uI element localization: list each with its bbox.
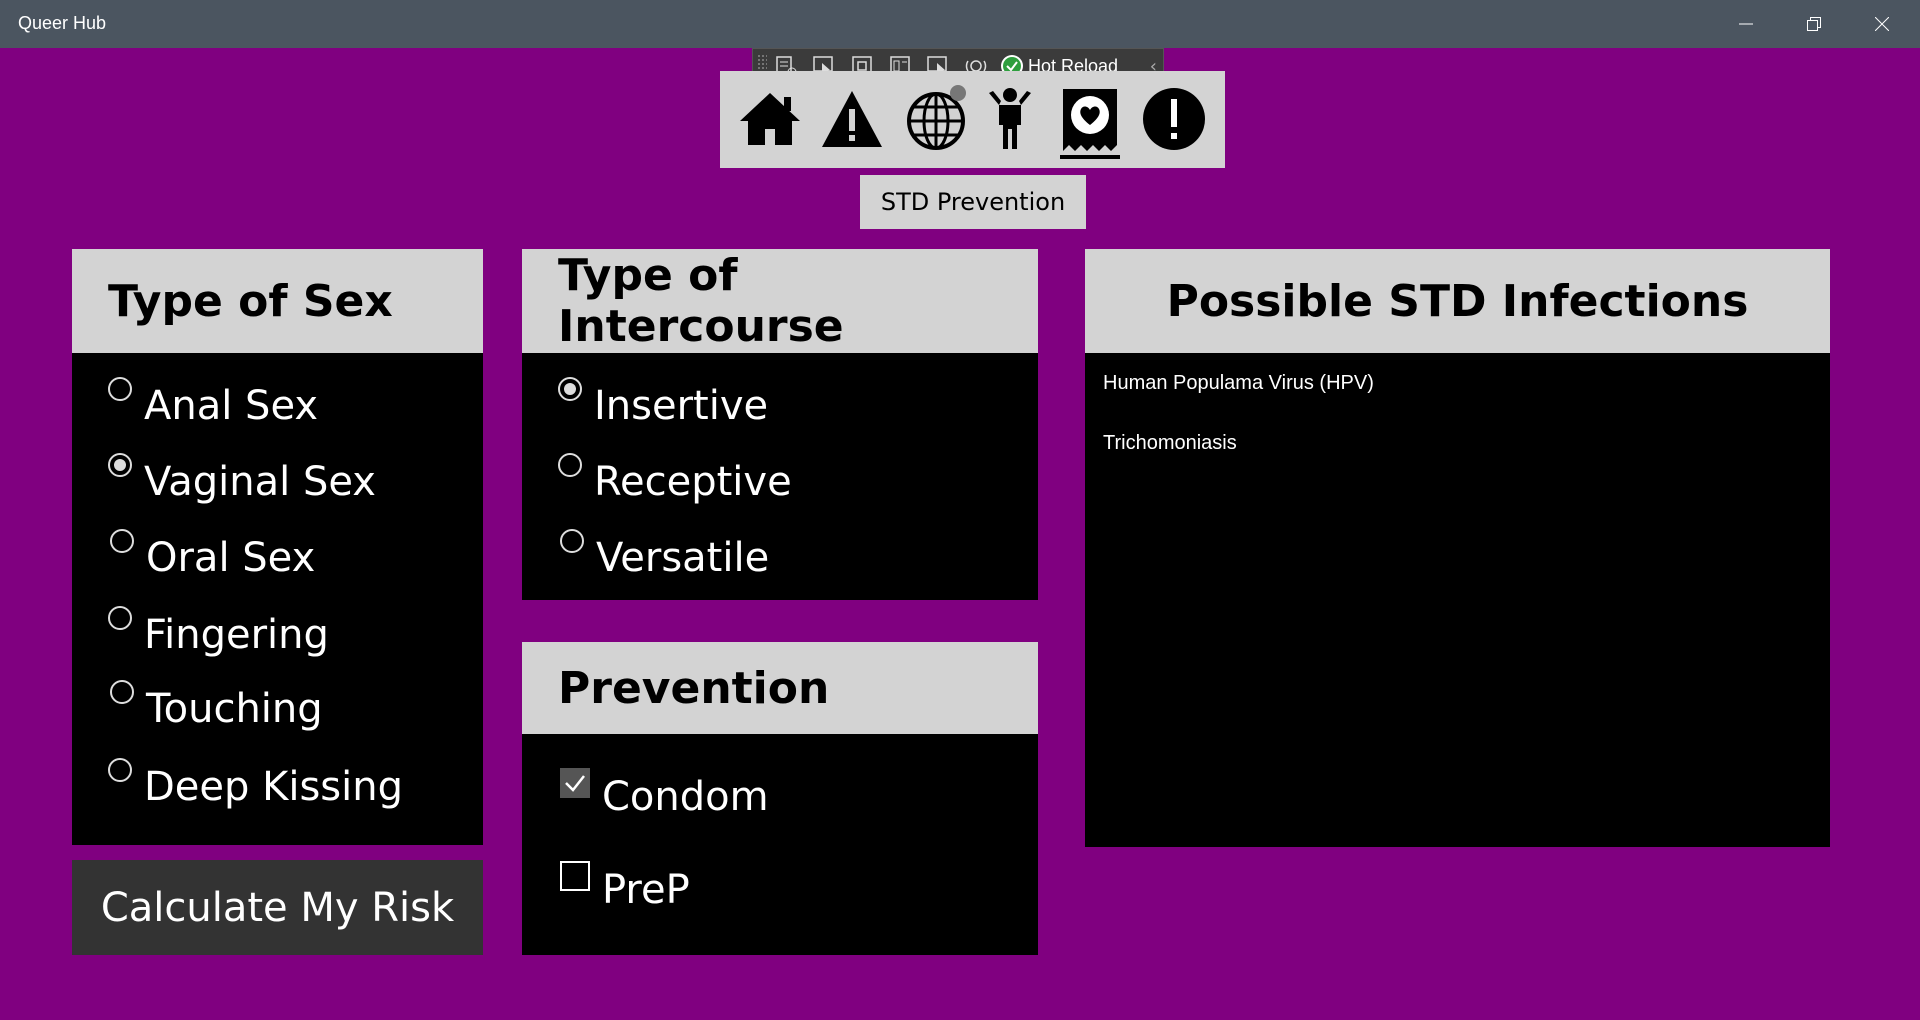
condom-heart-icon	[1063, 89, 1117, 151]
checkbox-label: Condom	[602, 774, 769, 820]
notification-dot	[950, 85, 966, 101]
sex-type-title: Type of Sex	[72, 249, 483, 353]
close-icon	[1875, 17, 1889, 31]
radio-label: Anal Sex	[144, 383, 319, 429]
prevention-title: Prevention	[522, 642, 1038, 734]
radio-indicator[interactable]	[110, 529, 134, 553]
title-bar: Queer Hub	[0, 0, 1920, 48]
person-icon	[989, 88, 1031, 149]
radio-indicator[interactable]	[558, 377, 582, 401]
sex-type-options: Anal Sex Vaginal Sex Oral Sex Fingering Touc…	[72, 353, 483, 845]
radio-label: Receptive	[594, 459, 792, 505]
checkbox-label: PreP	[602, 867, 690, 913]
intercourse-title: Type of Intercourse	[522, 249, 1038, 353]
calculate-risk-button[interactable]: Calculate My Risk	[72, 860, 483, 955]
page-title-button[interactable]: STD Prevention	[860, 175, 1086, 229]
radio-label: Insertive	[594, 383, 769, 429]
restore-icon	[1807, 17, 1821, 31]
sex-type-panel: Type of Sex Anal Sex Vaginal Sex Oral Sex F…	[72, 249, 483, 845]
nav-std-prevention-button[interactable]	[1054, 81, 1126, 159]
nav-globe-button[interactable]	[900, 81, 972, 157]
radio-versatile[interactable]: Versatile	[560, 529, 770, 581]
window-title: Queer Hub	[18, 13, 107, 33]
infection-item: Trichomoniasis	[1103, 432, 1237, 454]
radio-label: Touching	[146, 686, 323, 732]
radio-anal-sex[interactable]: Anal Sex	[108, 377, 319, 429]
nav-person-button[interactable]	[974, 81, 1046, 157]
radio-vaginal-sex[interactable]: Vaginal Sex	[108, 453, 376, 505]
radio-fingering[interactable]: Fingering	[108, 606, 329, 658]
nav-warning-button[interactable]	[816, 81, 888, 157]
intercourse-panel: Type of Intercourse Insertive Receptive Ve…	[522, 249, 1038, 600]
intercourse-options: Insertive Receptive Versatile	[522, 353, 1038, 600]
checkmark-icon	[565, 775, 585, 792]
prevention-panel: Prevention Condom PreP	[522, 642, 1038, 955]
nav-home-button[interactable]	[734, 81, 806, 157]
restore-button[interactable]	[1780, 0, 1848, 48]
checkbox-condom[interactable]: Condom	[560, 768, 769, 820]
radio-indicator[interactable]	[560, 529, 584, 553]
radio-touching[interactable]: Touching	[110, 680, 323, 732]
radio-label: Deep Kissing	[144, 764, 404, 810]
prevention-options: Condom PreP	[522, 734, 1038, 955]
minimize-icon	[1739, 23, 1753, 25]
close-button[interactable]	[1848, 0, 1916, 48]
nav-alert-button[interactable]	[1138, 81, 1210, 157]
radio-deep-kissing[interactable]: Deep Kissing	[108, 758, 404, 810]
infections-panel: Possible STD Infections Human Populama V…	[1085, 249, 1830, 847]
radio-indicator[interactable]	[110, 680, 134, 704]
top-nav-bar	[720, 71, 1225, 168]
alert-icon	[1143, 88, 1205, 150]
radio-insertive[interactable]: Insertive	[558, 377, 769, 429]
radio-label: Vaginal Sex	[144, 459, 376, 505]
radio-indicator[interactable]	[108, 758, 132, 782]
infections-list: Human Populama Virus (HPV) Trichomoniasis	[1085, 353, 1830, 847]
warning-icon	[822, 91, 882, 147]
checkbox-prep[interactable]: PreP	[560, 861, 690, 913]
infections-title: Possible STD Infections	[1085, 249, 1830, 353]
radio-indicator[interactable]	[108, 606, 132, 630]
infection-item: Human Populama Virus (HPV)	[1103, 372, 1374, 394]
minimize-button[interactable]	[1712, 0, 1780, 48]
radio-indicator[interactable]	[108, 377, 132, 401]
radio-label: Versatile	[596, 535, 770, 581]
radio-label: Fingering	[144, 612, 329, 658]
checkbox-indicator[interactable]	[560, 861, 590, 891]
radio-receptive[interactable]: Receptive	[558, 453, 792, 505]
radio-oral-sex[interactable]: Oral Sex	[110, 529, 316, 581]
radio-indicator[interactable]	[108, 453, 132, 477]
checkbox-indicator[interactable]	[560, 768, 590, 798]
radio-indicator[interactable]	[558, 453, 582, 477]
home-icon	[740, 93, 800, 145]
radio-label: Oral Sex	[146, 535, 316, 581]
